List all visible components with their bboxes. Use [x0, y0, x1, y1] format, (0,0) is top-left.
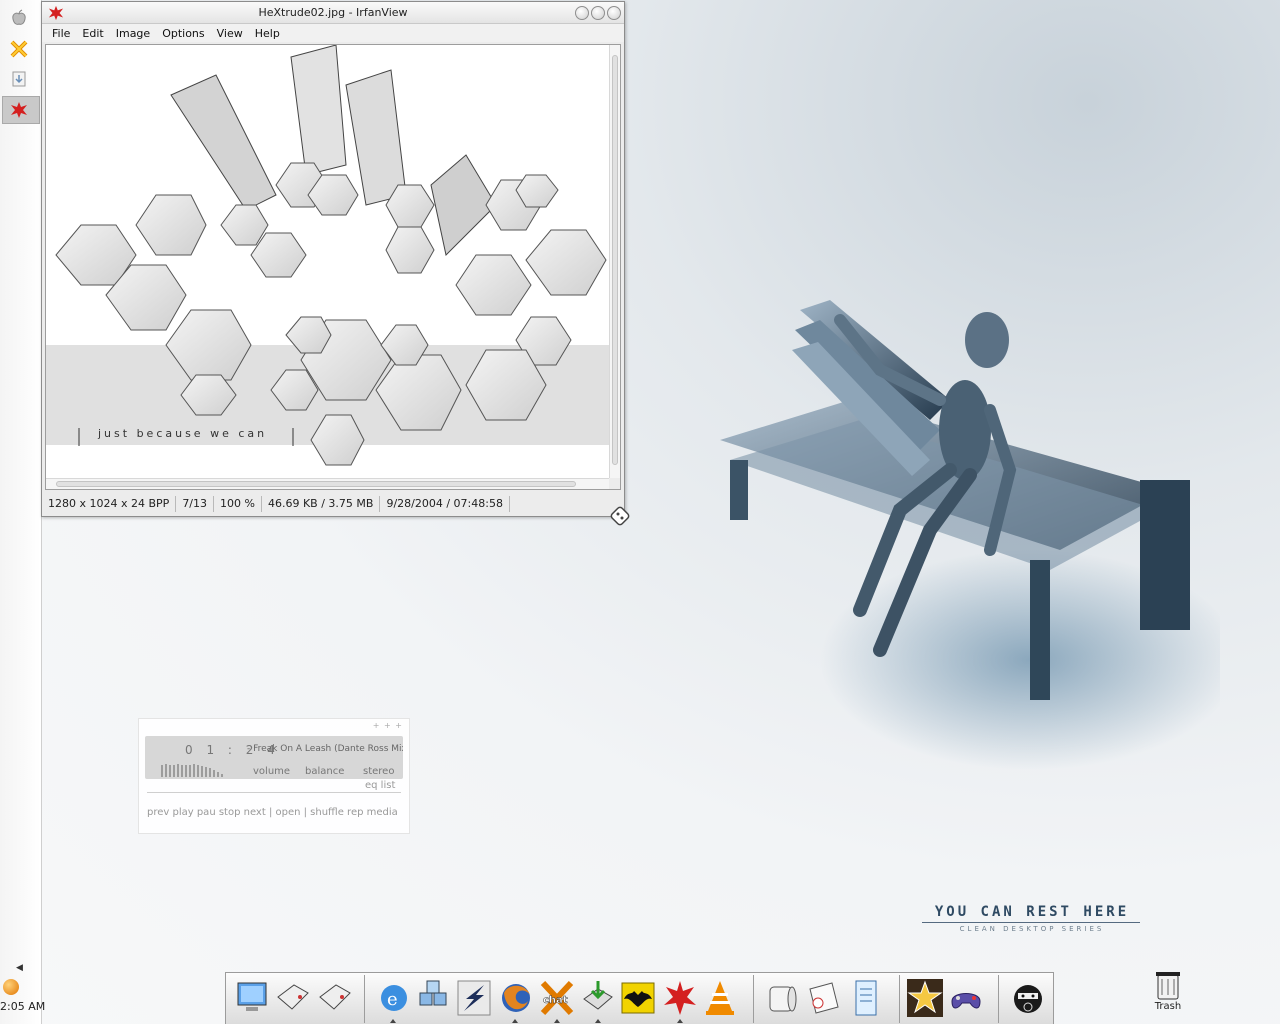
image-canvas[interactable]: just because we can — [46, 45, 610, 479]
window-title: HeXtrude02.jpg - IrfanView — [258, 6, 408, 19]
visualizer-bars — [161, 764, 223, 777]
menu-view[interactable]: View — [211, 27, 249, 40]
media-player-widget[interactable]: + + + 0 1 : 2 4 - Freak On A Leash (Dant… — [138, 718, 410, 834]
scroll-corner — [609, 478, 620, 489]
svg-text:e: e — [387, 989, 398, 1010]
tagline-rule — [922, 922, 1140, 923]
crossed-tools-icon[interactable] — [7, 37, 31, 61]
resize-grip-icon[interactable] — [608, 504, 632, 528]
menu-file[interactable]: File — [46, 27, 76, 40]
text-document-icon[interactable] — [848, 979, 884, 1017]
dock-separator — [899, 975, 900, 1023]
horizontal-scrollbar[interactable] — [46, 478, 610, 489]
player-controls[interactable]: prev play pau stop next | open | shuffle… — [147, 807, 405, 818]
irfanview-window[interactable]: HeXtrude02.jpg - IrfanView File Edit Ima… — [41, 1, 625, 517]
hextrude-image: just because we can — [46, 45, 610, 466]
running-indicator — [595, 1019, 601, 1023]
svg-text:chat: chat — [543, 995, 568, 1006]
notes-icon[interactable] — [806, 979, 842, 1017]
eq-list-buttons[interactable]: eq list — [365, 780, 395, 791]
wallpaper-bench-figure — [720, 300, 1220, 770]
stereo-label[interactable]: stereo — [363, 766, 394, 777]
download-manager-icon[interactable] — [580, 979, 616, 1017]
seek-bar[interactable] — [147, 792, 401, 793]
tray-orb-icon[interactable] — [3, 979, 19, 995]
vertical-scrollbar[interactable] — [609, 45, 620, 479]
status-zoom: 100 % — [214, 496, 262, 512]
gamepad-icon[interactable] — [948, 979, 984, 1017]
running-indicator — [554, 1019, 560, 1023]
internet-explorer-icon[interactable]: e — [376, 979, 412, 1017]
ninja-icon[interactable] — [1010, 979, 1046, 1017]
player-display: 0 1 : 2 4 - Freak On A Leash (Dante Ross… — [145, 736, 403, 779]
download-icon[interactable] — [7, 67, 31, 91]
winamp-bolt-icon[interactable] — [456, 979, 492, 1017]
balance-label[interactable]: balance — [305, 766, 344, 777]
firefox-icon[interactable] — [498, 979, 534, 1017]
menu-bar: File Edit Image Options View Help — [42, 24, 624, 42]
chat-icon[interactable]: chat — [539, 979, 575, 1017]
running-indicator — [677, 1019, 683, 1023]
menu-help[interactable]: Help — [249, 27, 286, 40]
vertical-scroll-thumb[interactable] — [612, 55, 618, 465]
close-button[interactable] — [607, 6, 621, 20]
bat-mail-icon[interactable] — [620, 979, 656, 1017]
my-computer-icon[interactable] — [234, 979, 270, 1017]
dock-separator — [998, 975, 999, 1023]
irfanview-splat-icon[interactable] — [662, 979, 698, 1017]
running-indicator — [390, 1019, 396, 1023]
drive-icon[interactable] — [274, 979, 310, 1017]
dock-separator — [364, 975, 365, 1023]
image-viewport[interactable]: just because we can — [45, 44, 621, 490]
menu-image[interactable]: Image — [110, 27, 156, 40]
player-window-buttons[interactable]: + + + — [373, 721, 403, 730]
toilet-paper-icon[interactable] — [764, 979, 800, 1017]
status-bar: 1280 x 1024 x 24 BPP 7/13 100 % 46.69 KB… — [42, 492, 624, 516]
minimize-button[interactable] — [575, 6, 589, 20]
menu-edit[interactable]: Edit — [76, 27, 109, 40]
expand-arrow-icon[interactable]: ◀ — [16, 963, 23, 973]
network-cubes-icon[interactable] — [416, 979, 452, 1017]
wallpaper-subtitle: CLEAN DESKTOP SERIES — [959, 925, 1105, 933]
star-game-icon[interactable] — [907, 979, 943, 1017]
irfanview-icon[interactable] — [7, 98, 31, 122]
system-clock: 2:05 AM — [0, 1000, 46, 1013]
trash-label: Trash — [1154, 1001, 1182, 1012]
window-titlebar[interactable]: HeXtrude02.jpg - IrfanView — [42, 2, 624, 24]
running-indicator — [512, 1019, 518, 1023]
status-index: 7/13 — [176, 496, 215, 512]
apple-icon[interactable] — [7, 6, 31, 30]
dock-separator — [753, 975, 754, 1023]
status-filesize: 46.69 KB / 3.75 MB — [262, 496, 381, 512]
vlc-cone-icon[interactable] — [702, 979, 738, 1017]
drive-icon-2[interactable] — [316, 979, 352, 1017]
menu-options[interactable]: Options — [156, 27, 210, 40]
horizontal-scroll-thumb[interactable] — [56, 481, 576, 487]
maximize-button[interactable] — [591, 6, 605, 20]
dock-bar: e chat — [225, 972, 1054, 1024]
status-dimensions: 1280 x 1024 x 24 BPP — [42, 496, 177, 512]
wallpaper-tagline: YOU CAN REST HERE — [934, 904, 1130, 920]
status-date: 9/28/2004 / 07:48:58 — [380, 496, 510, 512]
volume-label[interactable]: volume — [253, 766, 290, 777]
player-track-title: - Freak On A Leash (Dante Ross Mix) — [247, 744, 403, 754]
left-launcher-bar: ◀ 2:05 AM — [0, 0, 46, 1024]
image-caption-text: just because we can — [97, 427, 267, 440]
